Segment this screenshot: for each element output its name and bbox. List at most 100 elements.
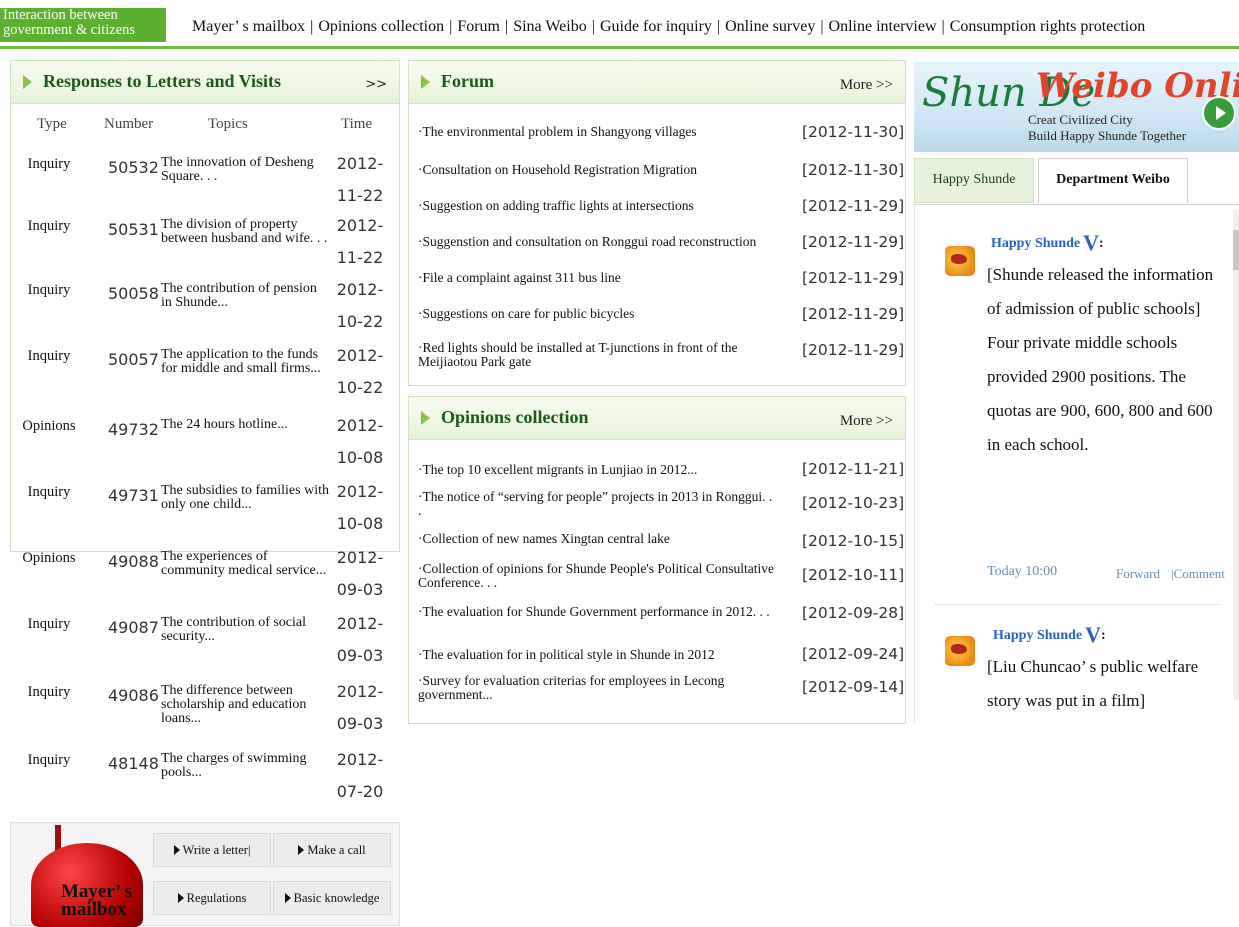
post-author[interactable]: Happy Shunde V: <box>993 622 1106 648</box>
letters-header: Responses to Letters and Visits >> <box>11 61 399 104</box>
item-date: [2012-11-29] <box>802 197 905 215</box>
item-date: [2012-09-14] <box>802 678 905 696</box>
item-date: [2012-11-29] <box>802 269 905 287</box>
nav-mailbox[interactable]: Mayer’ s mailbox <box>192 18 305 35</box>
top-nav: Mayer’ s mailbox | Opinions collection | For… <box>192 18 1146 35</box>
verified-icon: V <box>1085 622 1101 647</box>
table-row[interactable]: Inquiry 50058 The contribution of pension … <box>10 280 394 344</box>
list-item[interactable]: ·The environmental problem in Shangyong … <box>418 125 778 139</box>
list-item[interactable]: ·The evaluation for in political style i… <box>418 648 778 662</box>
weibo-tabs: Happy Shunde Department Weibo <box>914 158 1239 205</box>
arrow-right-icon <box>284 893 291 903</box>
list-item[interactable]: ·Collection of opinions for Shunde Peopl… <box>418 562 778 590</box>
forum-header: Forum More >> <box>409 61 905 104</box>
weibo-feed: Happy Shunde V: [Shunde released the info… <box>914 204 1239 723</box>
table-row[interactable]: Inquiry 49087 The contribution of social s… <box>10 614 394 678</box>
arrow-right-icon <box>177 893 184 903</box>
triangle-icon <box>421 75 430 89</box>
list-item[interactable]: ·Consultation on Household Registration … <box>418 163 778 177</box>
post-author[interactable]: Happy Shunde V: <box>991 230 1104 256</box>
list-item[interactable]: ·The top 10 excellent migrants in Lunjia… <box>418 463 778 477</box>
mailbox-label[interactable]: Mayer’ s mailbox <box>61 882 132 919</box>
forum-panel: Forum More >> <box>408 60 906 386</box>
list-item[interactable]: ·Collection of new names Xingtan central… <box>418 532 778 546</box>
logo-line-1: Interaction between <box>3 7 118 23</box>
item-date: [2012-11-29] <box>802 233 905 251</box>
play-icon[interactable] <box>1202 96 1236 130</box>
item-date: [2012-11-21] <box>802 460 905 478</box>
nav-forum[interactable]: Forum <box>457 18 500 35</box>
col-number: Number <box>104 116 154 132</box>
comment-link[interactable]: |Comment <box>1171 566 1225 582</box>
make-call-button[interactable]: Make a call <box>273 833 391 867</box>
arrow-right-icon <box>173 845 180 855</box>
letters-more-link[interactable]: >> <box>365 77 387 92</box>
regulations-button[interactable]: Regulations <box>153 881 271 915</box>
opinions-title[interactable]: Opinions collection <box>441 407 589 428</box>
nav-survey[interactable]: Online survey <box>725 18 815 35</box>
write-letter-button[interactable]: Write a letter| <box>153 833 271 867</box>
nav-consumption[interactable]: Consumption rights protection <box>950 18 1146 35</box>
list-item[interactable]: ·Suggestions on care for public bicycles <box>418 307 778 321</box>
nav-interview[interactable]: Online interview <box>829 18 937 35</box>
col-topics: Topics <box>208 116 248 132</box>
item-date: [2012-09-24] <box>802 645 905 663</box>
avatar[interactable] <box>945 636 975 666</box>
banner-slogan-2: Build Happy Shunde Together <box>1028 128 1187 143</box>
item-date: [2012-10-11] <box>802 566 905 584</box>
top-bar: Interaction between government & citizen… <box>0 0 1239 49</box>
nav-opinions[interactable]: Opinions collection <box>318 18 444 35</box>
tab-department-weibo[interactable]: Department Weibo <box>1038 158 1188 203</box>
site-logo[interactable]: Interaction between government & citizen… <box>0 8 166 42</box>
post-text[interactable]: [Shunde released the information of admi… <box>987 258 1227 462</box>
banner-slogan-1: Creat Civilized City <box>1028 112 1133 127</box>
post-time: Today 10:00 <box>987 564 1058 579</box>
forum-more-link[interactable]: More >> <box>840 77 893 94</box>
arrow-right-icon <box>298 845 305 855</box>
item-date: [2012-11-29] <box>802 305 905 323</box>
table-row[interactable]: Inquiry 50532 The innovation of Desheng Sq… <box>10 154 394 218</box>
table-row[interactable]: Opinions 49732 The 24 hours hotline... 2012… <box>10 416 394 480</box>
mailbox-widget: Mayer’ s mailbox Write a letter| Make a … <box>10 822 400 927</box>
col-type: Type <box>37 116 67 132</box>
weibo-banner[interactable]: Shun De Weibo Online Creat Civilized Cit… <box>914 62 1239 152</box>
list-item[interactable]: ·File a complaint against 311 bus line <box>418 271 778 285</box>
triangle-icon <box>421 411 430 425</box>
post-text[interactable]: [Liu Chuncao’ s public welfare story was… <box>987 650 1235 718</box>
table-row[interactable]: Inquiry 50057 The application to the funds… <box>10 346 394 410</box>
post-divider <box>935 604 1220 605</box>
nav-guide[interactable]: Guide for inquiry <box>600 18 712 35</box>
avatar[interactable] <box>945 246 975 276</box>
table-row[interactable]: Inquiry 49086 The difference between schol… <box>10 682 394 746</box>
table-row[interactable]: Inquiry 48148 The charges of swimming pool… <box>10 750 394 814</box>
forward-link[interactable]: Forward <box>1116 566 1160 582</box>
tab-happy-shunde[interactable]: Happy Shunde <box>914 158 1034 203</box>
list-item[interactable]: ·Red lights should be installed at T-jun… <box>418 341 778 369</box>
list-item[interactable]: ·Suggestion on adding traffic lights at … <box>418 199 778 213</box>
item-date: [2012-10-23] <box>802 494 905 512</box>
list-item[interactable]: ·The notice of “serving for people” proj… <box>418 490 778 518</box>
list-item[interactable]: ·The evaluation for Shunde Government pe… <box>418 605 778 619</box>
logo-line-2: government & citizens <box>3 22 136 38</box>
list-item[interactable]: ·Survey for evaluation criterias for emp… <box>418 674 778 702</box>
letters-title[interactable]: Responses to Letters and Visits <box>43 71 281 92</box>
opinions-header: Opinions collection More >> <box>409 397 905 440</box>
nav-weibo[interactable]: Sina Weibo <box>513 18 587 35</box>
item-date: [2012-09-28] <box>802 604 905 622</box>
item-date: [2012-11-29] <box>802 341 905 359</box>
scrollbar-thumb[interactable] <box>1233 230 1239 270</box>
basic-knowledge-button[interactable]: Basic knowledge <box>273 881 391 915</box>
table-row[interactable]: Opinions 49088 The experiences of communit… <box>10 548 394 612</box>
table-row[interactable]: Inquiry 49731 The subsidies to families wi… <box>10 482 394 546</box>
item-date: [2012-11-30] <box>802 161 905 179</box>
forum-title[interactable]: Forum <box>441 71 494 92</box>
table-row[interactable]: Inquiry 50531 The division of property bet… <box>10 216 394 280</box>
item-date: [2012-10-15] <box>802 532 905 550</box>
opinions-more-link[interactable]: More >> <box>840 413 893 430</box>
list-item[interactable]: ·Suggenstion and consultation on Ronggui… <box>418 235 778 249</box>
verified-icon: V <box>1083 230 1099 255</box>
triangle-icon <box>23 75 32 89</box>
col-time: Time <box>341 116 373 132</box>
feed-scrollbar[interactable] <box>1233 210 1239 700</box>
item-date: [2012-11-30] <box>802 123 905 141</box>
